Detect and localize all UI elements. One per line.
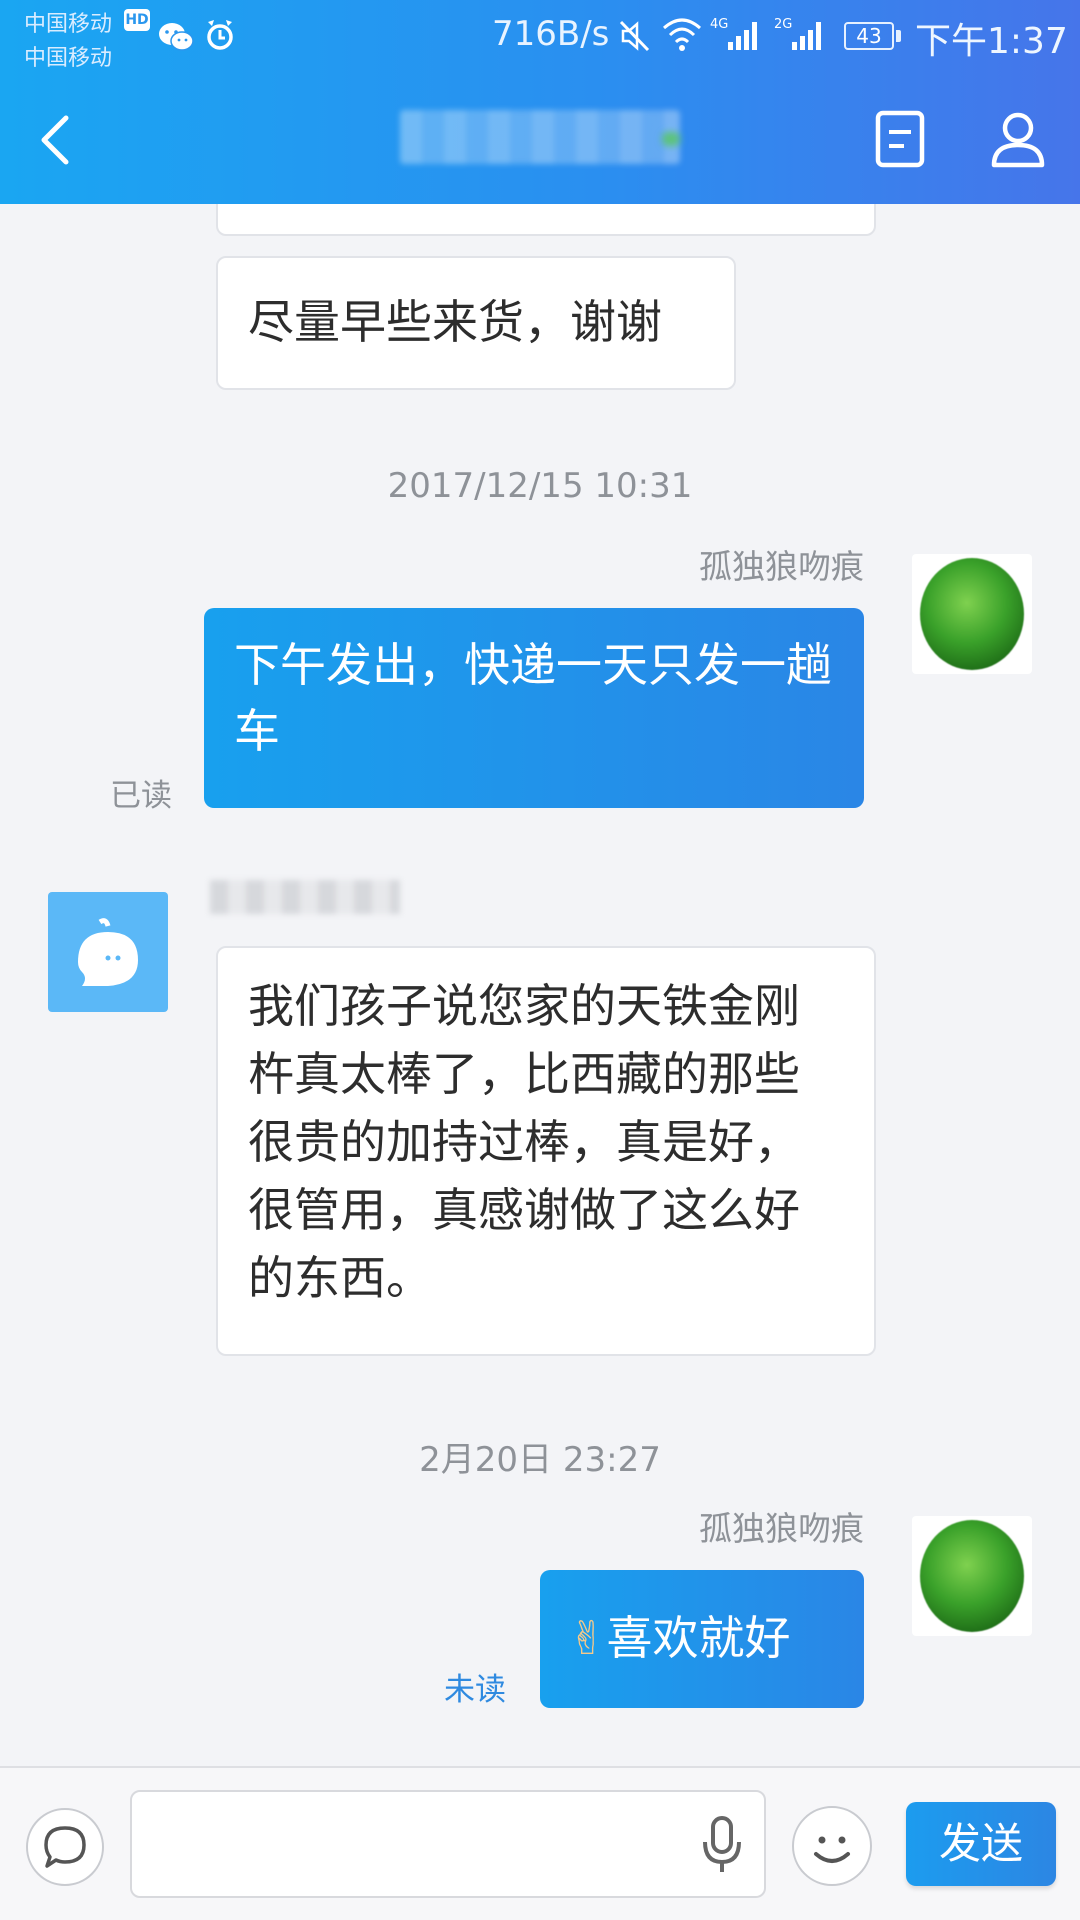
- timestamp: 2月20日 23:27: [419, 1440, 661, 1480]
- signal-1-label: 4G: [710, 17, 728, 32]
- my-avatar[interactable]: [912, 1516, 1032, 1636]
- carrier-1: 中国移动: [24, 12, 113, 37]
- carrier-2: 中国移动: [24, 46, 113, 71]
- sender-name: 孤独狼吻痕: [699, 547, 864, 586]
- chat-title-redacted: [400, 110, 680, 164]
- person-icon[interactable]: [990, 110, 1046, 168]
- chat-bubble-icon[interactable]: [24, 1806, 106, 1888]
- wifi-icon: [663, 18, 701, 51]
- message-text: 喜欢就好: [606, 1611, 791, 1665]
- net-speed: 716B/s: [492, 14, 610, 54]
- message-bubble-partial: [216, 204, 876, 236]
- contact-avatar[interactable]: [48, 892, 168, 1012]
- battery-cap: [896, 30, 901, 42]
- contact-name-redacted: [210, 880, 400, 914]
- top-bar: 中国移动 中国移动 HD 716B/s 4G 2G 43 下午1:37: [0, 0, 1080, 204]
- microphone-icon[interactable]: [698, 1814, 746, 1876]
- signal-4g-icon: 4G: [710, 17, 757, 50]
- hd-badge: HD: [124, 9, 150, 31]
- mute-icon: [619, 20, 650, 52]
- victory-hand-emoji: ✌: [568, 1611, 607, 1665]
- chevron-left-icon[interactable]: [36, 112, 76, 168]
- emoji-icon[interactable]: [790, 1804, 874, 1888]
- clock-time: 下午1:37: [915, 21, 1068, 62]
- alarm-icon: [207, 20, 233, 50]
- signal-2g-icon: 2G: [774, 17, 821, 50]
- message-text: 尽量早些来货，谢谢: [248, 295, 662, 349]
- sender-name: 孤独狼吻痕: [699, 1509, 864, 1548]
- read-status: 已读: [110, 778, 172, 814]
- message-bubble-outgoing[interactable]: 下午发出，快递一天只发一趟车: [204, 608, 864, 808]
- send-button[interactable]: 发送: [906, 1802, 1056, 1886]
- message-text: 下午发出，快递一天只发一趟车: [234, 638, 832, 758]
- chat-area[interactable]: 尽量早些来货，谢谢 2017/12/15 10:31 孤独狼吻痕 下午发出，快递…: [0, 204, 1080, 1766]
- status-bar: 中国移动 中国移动 HD 716B/s 4G 2G 43 下午1:37: [0, 0, 1080, 80]
- input-bar: 发送: [0, 1766, 1080, 1920]
- battery-level: 43: [844, 22, 894, 50]
- wechat-icon: [159, 23, 194, 51]
- signal-2-label: 2G: [774, 17, 792, 32]
- chat-bubble-logo-icon: [78, 918, 138, 986]
- my-avatar[interactable]: [912, 554, 1032, 674]
- message-input[interactable]: [130, 1790, 766, 1898]
- message-bubble-incoming[interactable]: 我们孩子说您家的天铁金刚杵真太棒了，比西藏的那些很贵的加持过棒，真是好，很管用，…: [216, 946, 876, 1356]
- unread-status: 未读: [444, 1672, 506, 1708]
- avatar-image: [920, 558, 1024, 670]
- message-bubble-incoming[interactable]: 尽量早些来货，谢谢: [216, 256, 736, 390]
- avatar-image: [920, 1520, 1024, 1632]
- document-icon[interactable]: [874, 110, 926, 168]
- message-bubble-outgoing[interactable]: ✌喜欢就好: [540, 1570, 864, 1708]
- timestamp: 2017/12/15 10:31: [387, 466, 693, 506]
- message-text: 我们孩子说您家的天铁金刚杵真太棒了，比西藏的那些很贵的加持过棒，真是好，很管用，…: [248, 979, 800, 1305]
